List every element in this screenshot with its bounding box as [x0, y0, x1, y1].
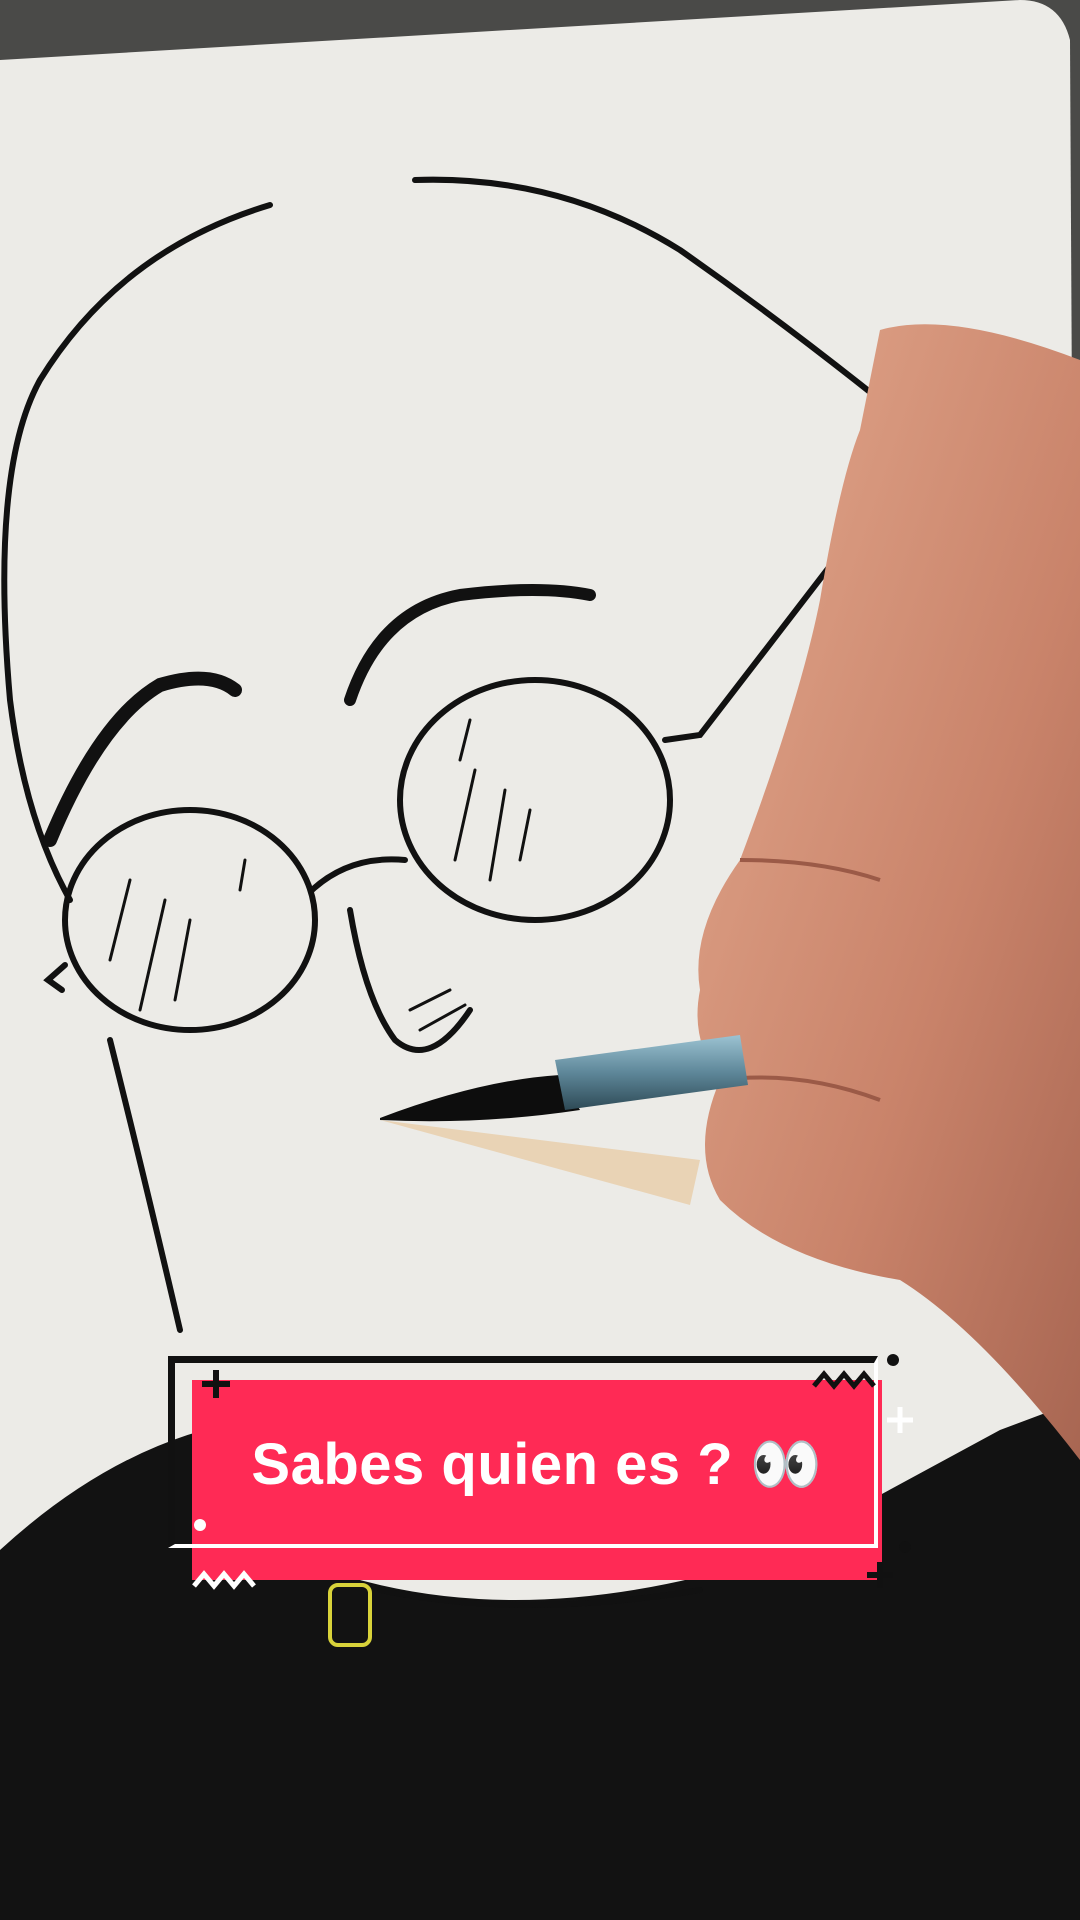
- dot-icon: [194, 1519, 206, 1531]
- drawing-scene: [0, 0, 1080, 1920]
- zigzag-icon: [192, 1570, 256, 1590]
- dot-icon: [899, 1541, 911, 1553]
- plus-icon: [202, 1370, 230, 1398]
- plus-icon: [867, 1562, 893, 1588]
- zigzag-icon: [812, 1370, 876, 1390]
- caption-text: Sabes quien es ? 👀: [251, 1432, 823, 1497]
- plus-icon: [887, 1407, 913, 1433]
- dot-icon: [887, 1354, 899, 1366]
